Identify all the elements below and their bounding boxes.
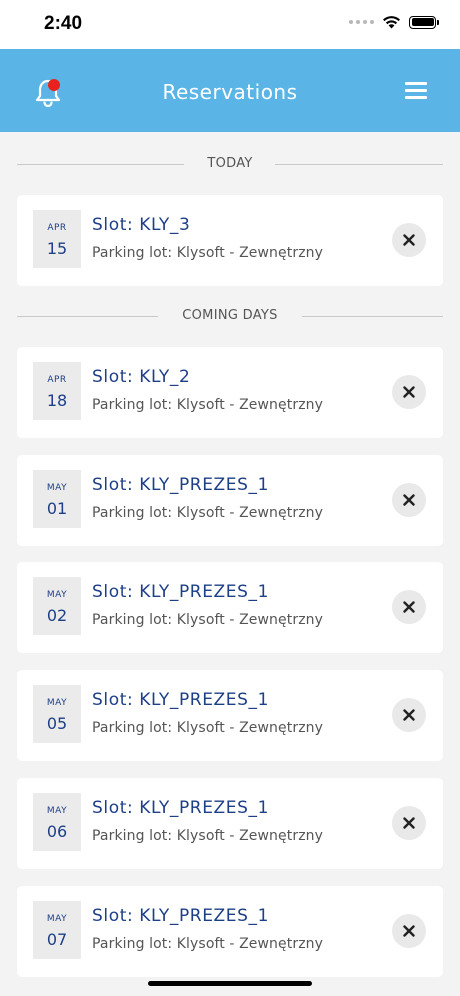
date-month: APR bbox=[47, 375, 67, 385]
date-month: MAY bbox=[46, 590, 68, 600]
reservation-card[interactable]: MAY 07 Slot: KLY_PREZES_1 Parking lot: K… bbox=[17, 886, 443, 977]
wifi-icon bbox=[383, 16, 400, 29]
date-badge: MAY 06 bbox=[33, 793, 81, 851]
status-bar: 2:40 bbox=[0, 0, 460, 49]
cancel-reservation-button[interactable] bbox=[392, 483, 426, 517]
slot-name: Slot: KLY_3 bbox=[92, 215, 191, 235]
parking-lot-name: Parking lot: Klysoft - Zewnętrzny bbox=[92, 505, 323, 521]
hamburger-menu-icon[interactable] bbox=[405, 82, 429, 100]
signal-icon bbox=[349, 20, 374, 24]
date-month: MAY bbox=[46, 698, 68, 708]
section-header-today: TODAY bbox=[17, 155, 443, 175]
reservation-card[interactable]: MAY 06 Slot: KLY_PREZES_1 Parking lot: K… bbox=[17, 778, 443, 869]
slot-name: Slot: KLY_PREZES_1 bbox=[92, 798, 270, 818]
cancel-reservation-button[interactable] bbox=[392, 914, 426, 948]
parking-lot-name: Parking lot: Klysoft - Zewnętrzny bbox=[92, 397, 323, 413]
cancel-reservation-button[interactable] bbox=[392, 590, 426, 624]
reservation-card[interactable]: APR 15 Slot: KLY_3 Parking lot: Klysoft … bbox=[17, 195, 443, 286]
close-icon bbox=[403, 494, 415, 506]
date-month: MAY bbox=[46, 483, 68, 493]
date-badge: APR 18 bbox=[33, 362, 81, 420]
date-badge: MAY 05 bbox=[33, 685, 81, 743]
cancel-reservation-button[interactable] bbox=[392, 223, 426, 257]
slot-name: Slot: KLY_PREZES_1 bbox=[92, 906, 270, 926]
parking-lot-name: Parking lot: Klysoft - Zewnętrzny bbox=[92, 720, 323, 736]
cancel-reservation-button[interactable] bbox=[392, 698, 426, 732]
cancel-reservation-button[interactable] bbox=[392, 806, 426, 840]
date-badge: MAY 01 bbox=[33, 470, 81, 528]
date-month: MAY bbox=[46, 914, 68, 924]
page-title: Reservations bbox=[162, 80, 298, 104]
date-month: MAY bbox=[46, 806, 68, 816]
slot-name: Slot: KLY_PREZES_1 bbox=[92, 475, 270, 495]
close-icon bbox=[403, 925, 415, 937]
reservation-card[interactable]: MAY 02 Slot: KLY_PREZES_1 Parking lot: K… bbox=[17, 562, 443, 653]
date-day: 02 bbox=[46, 606, 68, 625]
date-badge: APR 15 bbox=[33, 210, 81, 268]
date-day: 15 bbox=[46, 239, 68, 258]
parking-lot-name: Parking lot: Klysoft - Zewnętrzny bbox=[92, 828, 323, 844]
battery-icon bbox=[409, 15, 439, 29]
date-badge: MAY 02 bbox=[33, 577, 81, 635]
date-badge: MAY 07 bbox=[33, 901, 81, 959]
section-header-coming-days: COMING DAYS bbox=[17, 307, 443, 327]
parking-lot-name: Parking lot: Klysoft - Zewnętrzny bbox=[92, 612, 323, 628]
slot-name: Slot: KLY_PREZES_1 bbox=[92, 690, 270, 710]
date-day: 05 bbox=[46, 714, 68, 733]
status-time: 2:40 bbox=[44, 13, 83, 34]
date-month: APR bbox=[47, 223, 67, 233]
cancel-reservation-button[interactable] bbox=[392, 375, 426, 409]
close-icon bbox=[403, 709, 415, 721]
reservation-card[interactable]: MAY 05 Slot: KLY_PREZES_1 Parking lot: K… bbox=[17, 670, 443, 761]
close-icon bbox=[403, 386, 415, 398]
close-icon bbox=[403, 817, 415, 829]
home-indicator[interactable] bbox=[148, 981, 312, 986]
date-day: 06 bbox=[46, 822, 68, 841]
reservation-card[interactable]: APR 18 Slot: KLY_2 Parking lot: Klysoft … bbox=[17, 347, 443, 438]
parking-lot-name: Parking lot: Klysoft - Zewnętrzny bbox=[92, 245, 323, 261]
date-day: 01 bbox=[46, 499, 68, 518]
reservation-card[interactable]: MAY 01 Slot: KLY_PREZES_1 Parking lot: K… bbox=[17, 455, 443, 546]
close-icon bbox=[403, 601, 415, 613]
close-icon bbox=[403, 234, 415, 246]
slot-name: Slot: KLY_2 bbox=[92, 367, 191, 387]
date-day: 18 bbox=[46, 391, 68, 410]
date-day: 07 bbox=[46, 930, 68, 949]
slot-name: Slot: KLY_PREZES_1 bbox=[92, 582, 270, 602]
status-icons bbox=[349, 15, 439, 29]
parking-lot-name: Parking lot: Klysoft - Zewnętrzny bbox=[92, 936, 323, 952]
